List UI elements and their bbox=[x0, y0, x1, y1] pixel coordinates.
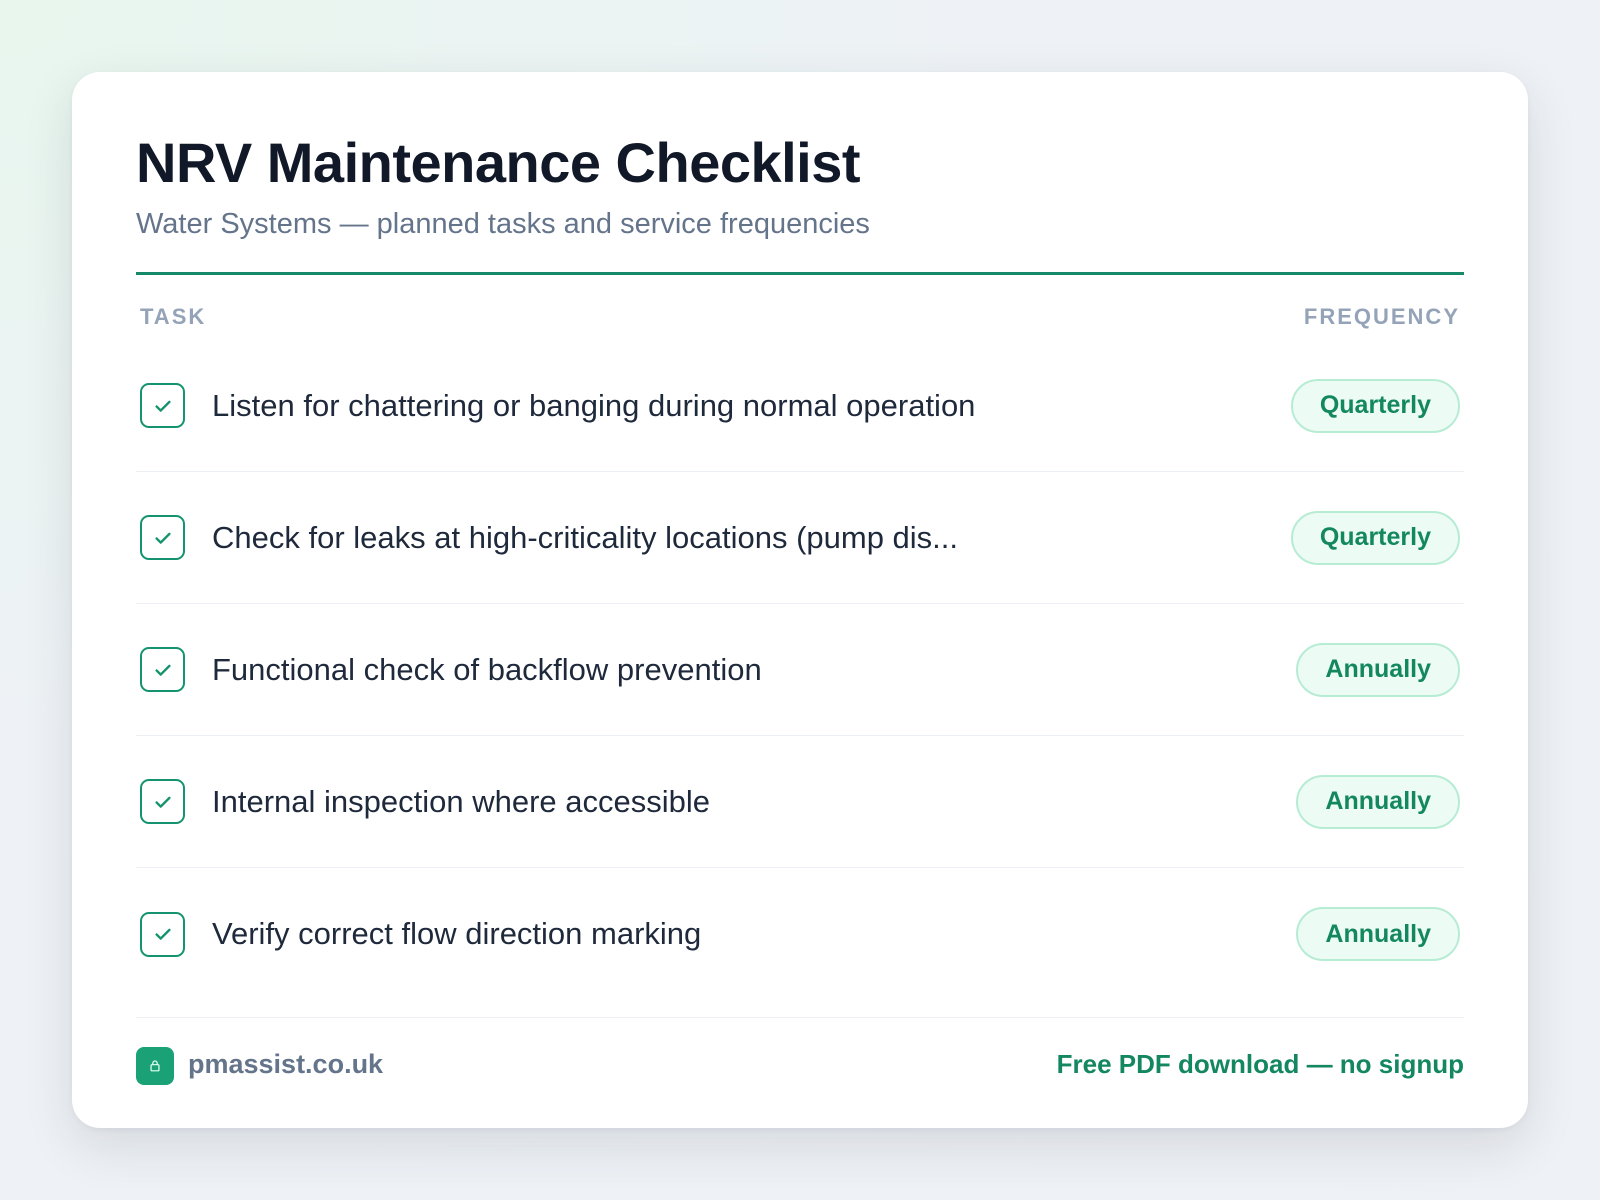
page-title: NRV Maintenance Checklist bbox=[136, 131, 861, 194]
task-checkbox[interactable] bbox=[140, 515, 185, 560]
task-row: Listen for chattering or banging during … bbox=[136, 340, 1464, 472]
site-name: pmassist.co.uk bbox=[188, 1049, 384, 1079]
page-subtitle: Water Systems — planned tasks and servic… bbox=[136, 208, 870, 240]
frequency-badge: Annually bbox=[1296, 774, 1460, 829]
task-row: Functional check of backflow prevention … bbox=[136, 604, 1464, 736]
checkmark-icon bbox=[154, 928, 171, 940]
column-header-frequency: FREQUENCY bbox=[1303, 304, 1460, 329]
task-label: Listen for chattering or banging during … bbox=[212, 387, 976, 423]
task-label: Functional check of backflow prevention bbox=[212, 651, 762, 687]
task-checkbox[interactable] bbox=[140, 383, 185, 428]
task-checkbox[interactable] bbox=[140, 647, 185, 692]
frequency-badge: Annually bbox=[1296, 642, 1460, 697]
frequency-badge: Quarterly bbox=[1290, 510, 1460, 565]
site-logo bbox=[136, 1047, 174, 1085]
checkmark-icon bbox=[154, 532, 171, 544]
frequency-badge: Quarterly bbox=[1290, 378, 1460, 433]
checkmark-icon bbox=[154, 796, 171, 808]
task-row: Check for leaks at high-criticality loca… bbox=[136, 472, 1464, 604]
task-checkbox[interactable] bbox=[140, 911, 185, 957]
task-list: Listen for chattering or banging during … bbox=[136, 340, 1464, 1000]
task-label: Verify correct flow direction marking bbox=[212, 916, 702, 951]
frequency-badge: Annually bbox=[1296, 907, 1460, 961]
lock-icon bbox=[150, 1060, 160, 1072]
task-checkbox[interactable] bbox=[140, 779, 185, 824]
header-divider bbox=[136, 272, 1464, 275]
task-row: Internal inspection where accessible Ann… bbox=[136, 736, 1464, 868]
checkmark-icon bbox=[154, 664, 171, 676]
checkmark-icon bbox=[154, 400, 171, 412]
pdf-download-link[interactable]: Free PDF download — no signup bbox=[1057, 1049, 1464, 1080]
footer-divider bbox=[136, 1017, 1464, 1018]
task-row: Verify correct flow direction marking An… bbox=[136, 868, 1464, 1000]
task-label: Internal inspection where accessible bbox=[212, 783, 710, 819]
checklist-card: NRV Maintenance Checklist Water Systems … bbox=[72, 72, 1528, 1128]
task-label: Check for leaks at high-criticality loca… bbox=[212, 519, 959, 555]
column-header-task: TASK bbox=[140, 304, 207, 329]
